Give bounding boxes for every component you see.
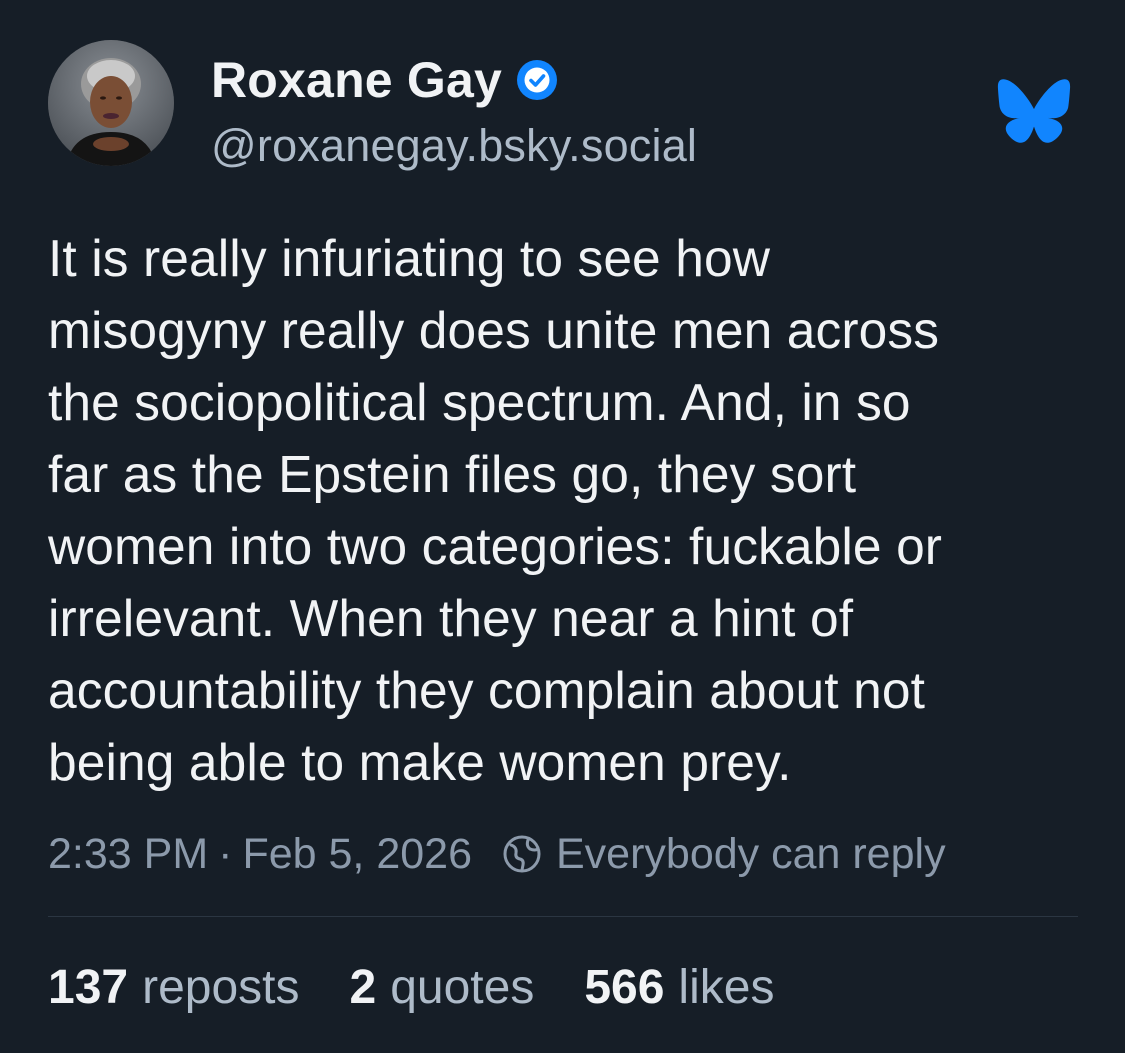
post-time[interactable]: 2:33 PM — [48, 830, 208, 879]
meta-separator: · — [218, 829, 233, 878]
reposts-count: 137 — [48, 960, 129, 1014]
avatar[interactable] — [48, 40, 174, 166]
post-date[interactable]: Feb 5, 2026 — [242, 830, 472, 879]
post-text: It is really infuriating to see how miso… — [48, 229, 943, 791]
quotes-stat[interactable]: 2 quotes — [350, 960, 535, 1015]
verified-check-icon — [516, 59, 558, 101]
reposts-label: reposts — [142, 960, 300, 1014]
globe-icon — [502, 834, 542, 874]
quotes-count: 2 — [349, 960, 377, 1014]
likes-count: 566 — [584, 960, 665, 1014]
reposts-stat[interactable]: 137 reposts — [48, 960, 300, 1015]
divider — [48, 916, 1078, 917]
quotes-label: quotes — [390, 960, 535, 1014]
likes-stat[interactable]: 566 likes — [584, 960, 774, 1015]
post-card: Roxane Gay @roxanegay.bsky.social It is … — [0, 0, 1125, 1053]
author-name[interactable]: Roxane Gay — [211, 51, 502, 109]
reply-setting[interactable]: Everybody can reply — [556, 830, 946, 879]
avatar-image — [48, 40, 174, 166]
bluesky-butterfly-icon[interactable] — [996, 78, 1072, 144]
author-handle[interactable]: @roxanegay.bsky.social — [211, 120, 697, 172]
likes-label: likes — [678, 960, 775, 1014]
author-name-row: Roxane Gay — [211, 48, 558, 112]
post-meta: 2:33 PM · Feb 5, 2026 Everybody can repl… — [48, 824, 946, 884]
engagement-stats: 137 reposts 2 quotes 566 likes — [48, 955, 824, 1019]
